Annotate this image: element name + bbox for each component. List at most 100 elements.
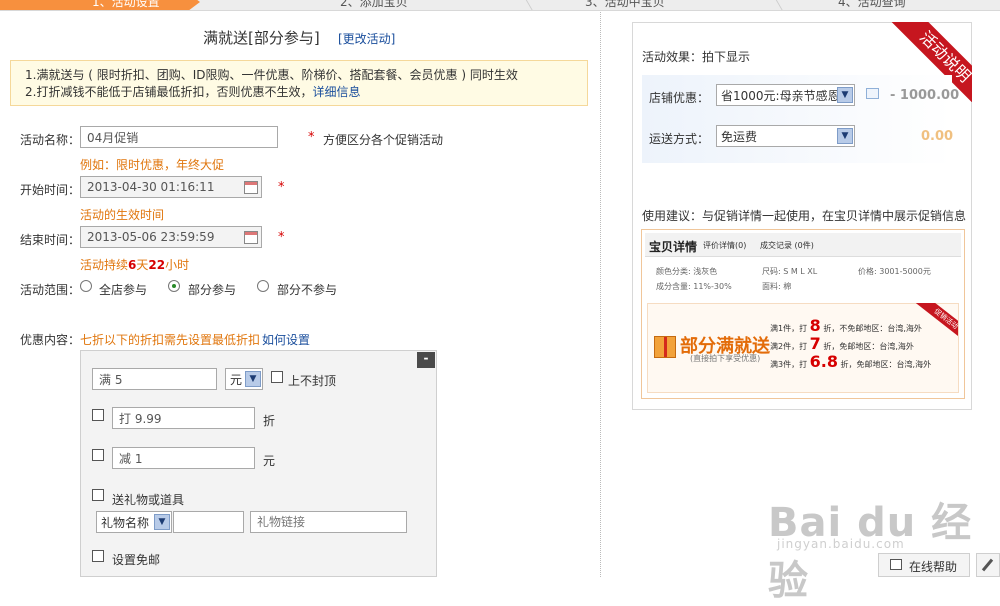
shipping-amount: 0.00 — [921, 129, 954, 144]
tier-value: 8 — [809, 316, 821, 335]
discount-hint: 七折以下的折扣需先设置最低折扣 — [80, 333, 261, 347]
shop-discount-value: 省1000元:母亲节感恩 — [721, 89, 840, 103]
end-label: 结束时间： — [20, 233, 81, 247]
free-shipping-checkbox[interactable] — [92, 550, 104, 562]
calendar-icon[interactable] — [244, 231, 258, 244]
calendar-icon[interactable] — [244, 181, 258, 194]
shop-discount-select[interactable]: 省1000元:母亲节感恩 — [716, 84, 855, 106]
shipping-select[interactable]: 免运费 — [716, 125, 855, 147]
step-separator — [516, 0, 534, 10]
threshold-input[interactable] — [92, 368, 217, 390]
preview-info-row: 成分含量: 11%-30% 面料: 棉 — [648, 279, 958, 294]
end-time-input[interactable] — [80, 226, 262, 248]
step-3[interactable]: 3、活动中宝贝 — [585, 0, 665, 10]
no-cap-checkbox[interactable] — [271, 371, 283, 383]
scope-radio-exclude[interactable] — [257, 280, 269, 292]
activity-name-input[interactable] — [80, 126, 278, 148]
chevron-down-icon[interactable]: ▼ — [245, 371, 261, 387]
start-label: 开始时间： — [20, 183, 81, 197]
advice-text: 使用建议：与促销详情一起使用，在宝贝详情中展示促销信息 — [642, 209, 967, 223]
gift-name-value: 礼物名称 — [101, 516, 150, 530]
notice-line-2-text: 2.打折减钱不能低于店铺最低折扣，否则优惠不生效， — [25, 85, 313, 99]
tier-post: 折，免邮地区：台湾,海外 — [840, 360, 932, 369]
preview-banner-sub: (直接拍下享受优惠) — [690, 354, 761, 363]
name-tip: 方便区分各个促销活动 — [323, 133, 444, 147]
duration-mid: 天 — [136, 258, 149, 272]
gift-checkbox[interactable] — [92, 489, 104, 501]
reduce-unit: 元 — [263, 454, 276, 468]
step-2[interactable]: 2、添加宝贝 — [340, 0, 408, 10]
preview-tab-detail: 宝贝详情 — [649, 240, 698, 254]
gift-name-input[interactable] — [173, 511, 244, 533]
comment-icon[interactable] — [866, 88, 879, 99]
notice-line-1: 1.满就送与 ( 限时折扣、团购、ID限购、一件优惠、阶梯价、搭配套餐、会员优惠… — [25, 68, 518, 82]
scope-option-partial[interactable]: 部分参与 — [188, 281, 236, 298]
tier-pre: 满3件，打 — [770, 360, 808, 369]
step-4[interactable]: 4、活动查询 — [838, 0, 906, 10]
step-bar: 1、活动设置 2、添加宝贝 3、活动中宝贝 4、活动查询 — [0, 0, 1000, 11]
how-to-set-link[interactable]: 如何设置 — [262, 331, 310, 348]
preview-tier-1: 满1件，打 8 折，不免邮地区：台湾,海外 — [770, 316, 922, 335]
detail-info-link[interactable]: 详细信息 — [312, 85, 360, 99]
duration-hint: 活动持续6天22小时 — [80, 256, 189, 273]
preview-info-cell: 价格: 3001-5000元 — [858, 267, 931, 276]
unit-select-value: 元 — [230, 373, 243, 387]
preview-tier-3: 满3件，打 6.8 折，免邮地区：台湾,海外 — [770, 352, 931, 371]
scope-option-exclude[interactable]: 部分不参与 — [277, 281, 337, 298]
scope-radio-all[interactable] — [80, 280, 92, 292]
required-mark: * — [278, 180, 285, 195]
reduce-checkbox[interactable] — [92, 449, 104, 461]
duration-pre: 活动持续 — [80, 258, 129, 272]
duration-post: 小时 — [165, 258, 190, 272]
gift-link-input[interactable] — [250, 511, 407, 533]
effect-label: 活动效果：拍下显示 — [642, 50, 751, 64]
discount-checkbox[interactable] — [92, 409, 104, 421]
step-1[interactable]: 1、活动设置 — [0, 0, 200, 10]
preview-info-cell: 尺码: S M L XL — [762, 267, 818, 276]
scope-label: 活动范围： — [20, 283, 81, 297]
chevron-down-icon[interactable]: ▼ — [837, 128, 853, 144]
preview-info-cell: 成分含量: 11%-30% — [656, 282, 732, 291]
tier-post: 折，免邮地区：台湾,海外 — [823, 342, 914, 351]
free-shipping-label: 设置免邮 — [112, 553, 161, 567]
scope-radio-partial[interactable] — [168, 280, 180, 292]
tier-value: 7 — [809, 334, 821, 353]
name-example: 例如：限时优惠，年终大促 — [80, 158, 225, 172]
scope-option-all[interactable]: 全店参与 — [99, 281, 147, 298]
notice-box: 1.满就送与 ( 限时折扣、团购、ID限购、一件优惠、阶梯价、搭配套餐、会员优惠… — [10, 60, 588, 106]
preview-tab-reviews: 评价详情(0) — [703, 241, 747, 250]
discount-label: 优惠内容： — [20, 333, 81, 347]
column-divider — [600, 12, 601, 577]
help-window-icon — [890, 559, 902, 570]
notice-line-2: 2.打折减钱不能低于店铺最低折扣，否则优惠不生效，详细信息 — [25, 84, 587, 101]
shipping-value: 免运费 — [721, 130, 758, 144]
shop-discount-label: 店铺优惠： — [649, 91, 710, 105]
shop-discount-amount: - 1000.00 — [890, 88, 960, 103]
discount-unit: 折 — [263, 414, 276, 428]
no-cap-label: 上不封顶 — [288, 374, 337, 388]
gift-icon — [654, 336, 676, 358]
change-activity-link[interactable]: [更改活动] — [338, 30, 395, 47]
preview-info-cell: 颜色分类: 浅灰色 — [656, 267, 718, 276]
duration-hours: 22 — [148, 258, 166, 272]
tier-post: 折，不免邮地区：台湾,海外 — [823, 324, 922, 333]
required-mark: * — [278, 230, 285, 245]
collapse-button[interactable]: - — [417, 352, 435, 368]
name-label: 活动名称： — [20, 133, 81, 147]
start-time-input[interactable] — [80, 176, 262, 198]
pencil-icon[interactable] — [976, 553, 1000, 577]
tier-pre: 满2件，打 — [770, 342, 808, 351]
shipping-label: 运送方式： — [649, 132, 710, 146]
baidu-watermark-url: jingyan.baidu.com — [777, 537, 905, 551]
page-title: 满就送[部分参与] — [203, 29, 320, 47]
discount-input[interactable] — [112, 407, 255, 429]
gift-label: 送礼物或道具 — [112, 493, 185, 507]
chevron-down-icon[interactable]: ▼ — [837, 87, 853, 103]
chevron-down-icon[interactable]: ▼ — [154, 514, 170, 530]
preview-info-cell: 面料: 棉 — [762, 282, 792, 291]
reduce-input[interactable] — [112, 447, 255, 469]
preview-info: 颜色分类: 浅灰色 尺码: S M L XL 价格: 3001-5000元 成分… — [648, 264, 958, 296]
tier-value: 6.8 — [809, 352, 838, 371]
required-mark: * — [308, 130, 315, 145]
preview-info-row: 颜色分类: 浅灰色 尺码: S M L XL 价格: 3001-5000元 — [648, 264, 958, 279]
